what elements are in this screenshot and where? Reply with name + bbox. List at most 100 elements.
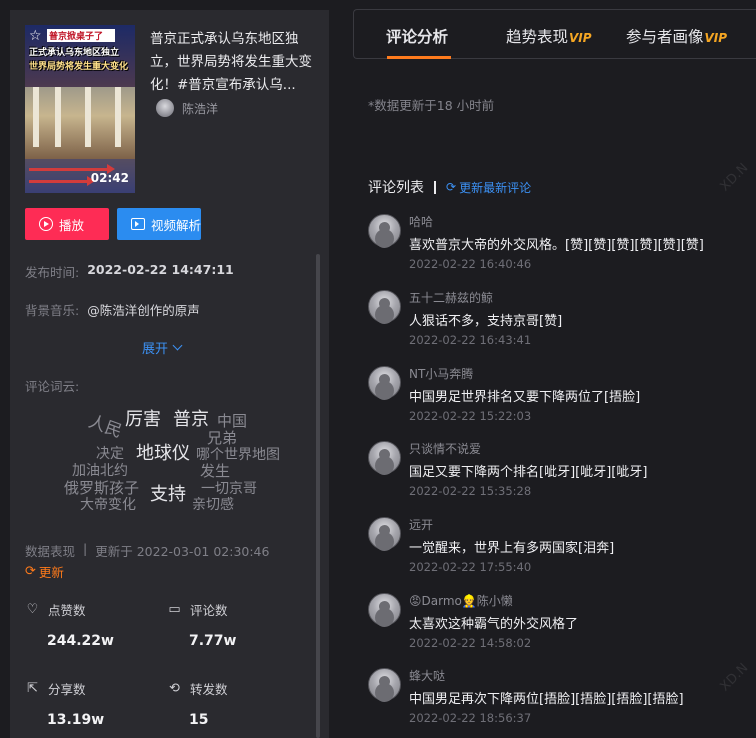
word-cloud-label: 评论词云: — [25, 379, 80, 394]
comment-time: 2022-02-22 18:56:37 — [409, 711, 532, 725]
avatar[interactable] — [368, 668, 401, 701]
stat-likes: ♡ 点赞数 244.22w — [25, 600, 155, 649]
thumbnail-caption-3: 世界局势将发生重大变化 — [29, 62, 129, 72]
shares-value: 13.19w — [47, 712, 105, 728]
list-item: 远开 一觉醒来，世界上有多两国家[泪奔] 2022-02-22 17:55:40 — [368, 517, 748, 587]
video-info-panel: ☆ 普京掀桌子了 正式承认乌东地区独立 世界局势将发生重大变化 02:42 普京… — [10, 10, 329, 738]
video-icon — [131, 218, 145, 230]
refresh-button[interactable]: ⟳ 更新 — [25, 562, 64, 581]
comment-time: 2022-02-22 15:22:03 — [409, 409, 532, 423]
avatar[interactable] — [368, 517, 401, 550]
cloud-word: 决定 — [96, 446, 124, 462]
video-title[interactable]: 普京正式承认乌东地区独立，世界局势将发生重大变化！#普京宣布承认乌... — [150, 28, 320, 98]
comment-time: 2022-02-22 17:55:40 — [409, 560, 532, 574]
comment-text: 一觉醒来，世界上有多两国家[泪奔] — [409, 541, 615, 556]
avatar[interactable] — [368, 290, 401, 323]
cloud-word: 俄罗斯孩子 — [64, 479, 140, 497]
tab-comment-analysis[interactable]: 评论分析 — [386, 25, 448, 47]
cloud-word: 兄弟 — [207, 429, 238, 447]
comment-text: 国足又要下降两个排名[呲牙][呲牙][呲牙] — [409, 465, 648, 480]
comment-text: 太喜欢这种霸气的外交风格了 — [409, 617, 579, 632]
expand-button[interactable]: 展开 — [142, 338, 183, 357]
music-row: 背景音乐: @陈浩洋创作的原声 — [25, 300, 200, 319]
video-thumbnail[interactable]: ☆ 普京掀桌子了 正式承认乌东地区独立 世界局势将发生重大变化 02:42 — [25, 25, 135, 193]
comment-list-header: 评论列表 ⟳ 更新最新评论 — [368, 177, 531, 197]
cloud-word: 地球仪 — [136, 443, 190, 464]
video-analysis-label: 视频解析 — [151, 217, 202, 233]
comment-user: 蜂大哒 — [409, 669, 446, 683]
cloud-word: 加油北约 — [72, 463, 128, 479]
avatar[interactable] — [368, 593, 401, 626]
refresh-icon: ⟳ — [446, 180, 457, 194]
cloud-word: 一切京哥 — [201, 481, 257, 497]
tab-trend[interactable]: 趋势表现VIP — [506, 25, 592, 47]
comment-time: 2022-02-22 16:40:46 — [409, 257, 532, 271]
comment-user: 五十二赫兹的鲸 — [409, 291, 494, 305]
stat-shares: ⇱ 分享数 13.19w — [25, 679, 155, 728]
avatar — [156, 99, 174, 117]
list-item: 😡Darmo👷陈小懒 太喜欢这种霸气的外交风格了 2022-02-22 14:5… — [368, 593, 748, 663]
tab-persona-label: 参与者画像 — [626, 28, 704, 46]
comment-time: 2022-02-22 15:35:28 — [409, 484, 532, 498]
publish-time-value: 2022-02-22 14:47:11 — [87, 262, 234, 277]
comment-time: 2022-02-22 16:43:41 — [409, 333, 532, 347]
cloud-word: 人民 — [85, 411, 125, 443]
comment-user: NT小马奔腾 — [409, 367, 474, 381]
forward-icon: ⟲ — [169, 681, 180, 696]
comment-user: 哈哈 — [409, 215, 434, 229]
data-updated-note: *数据更新于18 小时前 — [368, 98, 495, 113]
publish-time-label: 发布时间: — [25, 265, 80, 280]
music-label: 背景音乐: — [25, 303, 80, 318]
arrow-icon — [29, 176, 95, 186]
performance-label: 数据表现 — [25, 544, 76, 559]
tab-trend-label: 趋势表现 — [506, 28, 569, 46]
stat-forwards: ⟲ 转发数 15 — [167, 679, 297, 728]
likes-label: 点赞数 — [48, 603, 86, 618]
forwards-value: 15 — [189, 712, 209, 728]
cloud-word: 大帝变化 — [80, 497, 136, 513]
comment-text: 中国男足再次下降两位[捂脸][捂脸][捂脸][捂脸] — [409, 692, 684, 707]
avatar[interactable] — [368, 441, 401, 474]
shares-label: 分享数 — [48, 682, 86, 697]
comments-value: 7.77w — [189, 633, 237, 649]
publish-time-row: 发布时间: 2022-02-22 14:47:11 — [25, 262, 234, 281]
cloud-word: 亲切感 — [192, 497, 234, 513]
left-scrollbar[interactable] — [316, 254, 320, 738]
refresh-comments-label: 更新最新评论 — [459, 180, 532, 195]
comment-user: 😡Darmo👷陈小懒 — [409, 594, 513, 608]
thumbnail-caption-2: 正式承认乌东地区独立 — [29, 48, 120, 58]
play-icon — [39, 217, 53, 231]
comment-user: 只谈情不说爱 — [409, 442, 482, 456]
video-analysis-button[interactable]: 视频解析 — [117, 208, 201, 240]
avatar[interactable] — [368, 366, 401, 399]
performance-divider: | — [83, 541, 88, 556]
list-item: 只谈情不说爱 国足又要下降两个排名[呲牙][呲牙][呲牙] 2022-02-22… — [368, 441, 748, 511]
list-item: 五十二赫兹的鲸 人狠话不多，支持京哥[赞] 2022-02-22 16:43:4… — [368, 290, 748, 360]
cloud-word: 中国 — [217, 412, 248, 430]
cloud-word: 支持 — [150, 484, 186, 505]
music-value[interactable]: @陈浩洋创作的原声 — [87, 300, 200, 319]
play-button[interactable]: 播放 — [25, 208, 109, 240]
comment-time: 2022-02-22 14:58:02 — [409, 636, 532, 650]
refresh-comments-button[interactable]: ⟳ 更新最新评论 — [446, 179, 531, 196]
heart-icon: ♡ — [26, 602, 39, 617]
video-duration: 02:42 — [90, 171, 129, 185]
tab-persona[interactable]: 参与者画像VIP — [626, 25, 727, 47]
cloud-word: 普京 — [173, 409, 209, 430]
word-cloud: 人民 厉害 普京 中国 兄弟 决定 地球仪 哪个世界地图 加油北约 发生 俄罗斯… — [10, 405, 329, 520]
comment-text: 中国男足世界排名又要下降两位了[捂脸] — [409, 390, 641, 405]
list-item: 蜂大哒 中国男足再次下降两位[捂脸][捂脸][捂脸][捂脸] 2022-02-2… — [368, 668, 748, 738]
active-tab-indicator — [387, 56, 451, 59]
expand-label: 展开 — [142, 342, 169, 357]
avatar[interactable] — [368, 214, 401, 247]
vip-badge: VIP — [569, 31, 592, 45]
list-item: 哈哈 喜欢普京大帝的外交风格。[赞][赞][赞][赞][赞][赞] 2022-0… — [368, 214, 748, 284]
refresh-icon: ⟳ — [25, 564, 36, 579]
comment-list-title: 评论列表 — [368, 180, 424, 196]
comment-icon: ▭ — [168, 602, 181, 617]
thumbnail-caption-1: 普京掀桌子了 — [47, 29, 115, 42]
video-author[interactable]: 陈浩洋 — [156, 99, 218, 117]
share-icon: ⇱ — [27, 681, 38, 696]
star-icon: ☆ — [29, 28, 42, 44]
forwards-label: 转发数 — [190, 682, 228, 697]
